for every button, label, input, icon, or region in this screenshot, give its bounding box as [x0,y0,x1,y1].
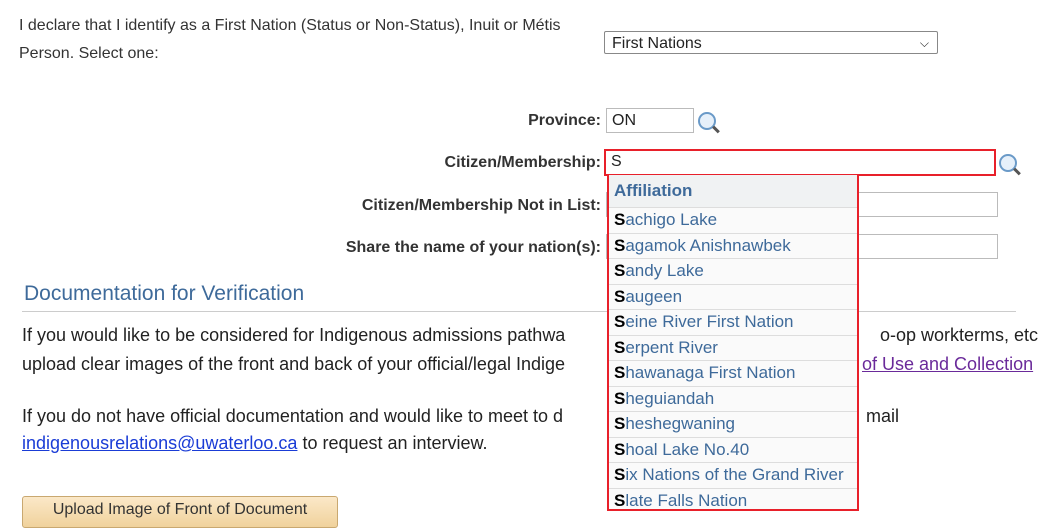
option-label: hoal Lake No.40 [625,439,750,459]
dropdown-option[interactable]: Shawanaga First Nation [609,361,857,387]
typed-match: S [614,465,626,484]
not-in-list-label: Citizen/Membership Not in List: [361,197,601,214]
declaration-label: I declare that I identify as a First Nat… [19,17,561,62]
typed-match: S [614,312,626,331]
dropdown-option[interactable]: Sheshegwaning [609,412,857,438]
dropdown-option[interactable]: Six Nations of the Grand River [609,463,857,489]
typed-match: S [614,210,626,229]
option-label: andy Lake [625,261,704,280]
citizen-highlight [604,149,996,176]
typed-match: S [614,286,626,306]
citizen-lookup-icon[interactable] [999,154,1017,172]
identity-select[interactable]: First Nations ⌵ [604,31,938,54]
typed-match: S [614,414,626,433]
province-lookup-icon[interactable] [698,112,716,130]
typed-match: S [614,388,626,408]
chevron-down-icon: ⌵ [919,36,929,50]
option-label: achigo Lake [625,210,718,229]
para2-start: upload clear images of the front and bac… [22,354,566,374]
province-label: Province: [528,112,601,129]
email-link[interactable]: indigenousrelations@uwaterloo.ca [22,433,297,453]
section-title: Documentation for Verification [24,282,305,305]
autocomplete-dropdown: Affiliation Sachigo Lake Sagamok Anishnaw… [607,175,859,511]
dropdown-option[interactable]: Serpent River [609,335,857,361]
identity-select-value: First Nations [612,35,702,52]
nation-name-label: Share the name of your nation(s): [345,239,601,256]
para1-end: o-op workterms, etc. [880,325,1039,345]
upload-front-button[interactable]: Upload Image of Front of Document [22,496,338,528]
option-label: late Falls Nation [625,490,748,510]
dropdown-header: Affiliation [609,175,857,208]
province-input[interactable]: ON [606,108,694,133]
citizen-label: Citizen/Membership: [444,154,601,171]
para4: to request an interview. [297,433,488,453]
divider [22,311,1016,312]
dropdown-option[interactable]: Slate Falls Nation [609,488,857,510]
option-label: augeen [625,286,683,306]
option-label: heshegwaning [625,414,735,433]
option-label: agamok Anishnawbek [625,235,791,255]
dropdown-option[interactable]: Sandy Lake [609,259,857,285]
para3-end: mail [866,406,900,426]
dropdown-option[interactable]: Sheguiandah [609,386,857,412]
para3-start: If you do not have official documentatio… [22,406,564,426]
option-label: heguiandah [625,388,715,408]
para1-start: If you would like to be considered for I… [22,325,566,345]
typed-match: S [614,363,626,382]
dropdown-option[interactable]: Saugeen [609,284,857,310]
typed-match: S [614,337,626,357]
option-label: erpent River [625,337,718,357]
typed-match: S [614,490,626,510]
dropdown-option[interactable]: Seine River First Nation [609,310,857,336]
dropdown-option[interactable]: Sachigo Lake [609,208,857,234]
dropdown-option[interactable]: Shoal Lake No.40 [609,437,857,463]
dropdown-option[interactable]: Sagamok Anishnawbek [609,233,857,259]
option-label: hawanaga First Nation [625,363,796,382]
terms-link[interactable]: of Use and Collection [862,354,1033,375]
option-label: ix Nations of the Grand River [625,465,844,484]
typed-match: S [614,261,626,280]
typed-match: S [614,235,626,255]
option-label: eine River First Nation [625,312,794,331]
typed-match: S [614,439,626,459]
